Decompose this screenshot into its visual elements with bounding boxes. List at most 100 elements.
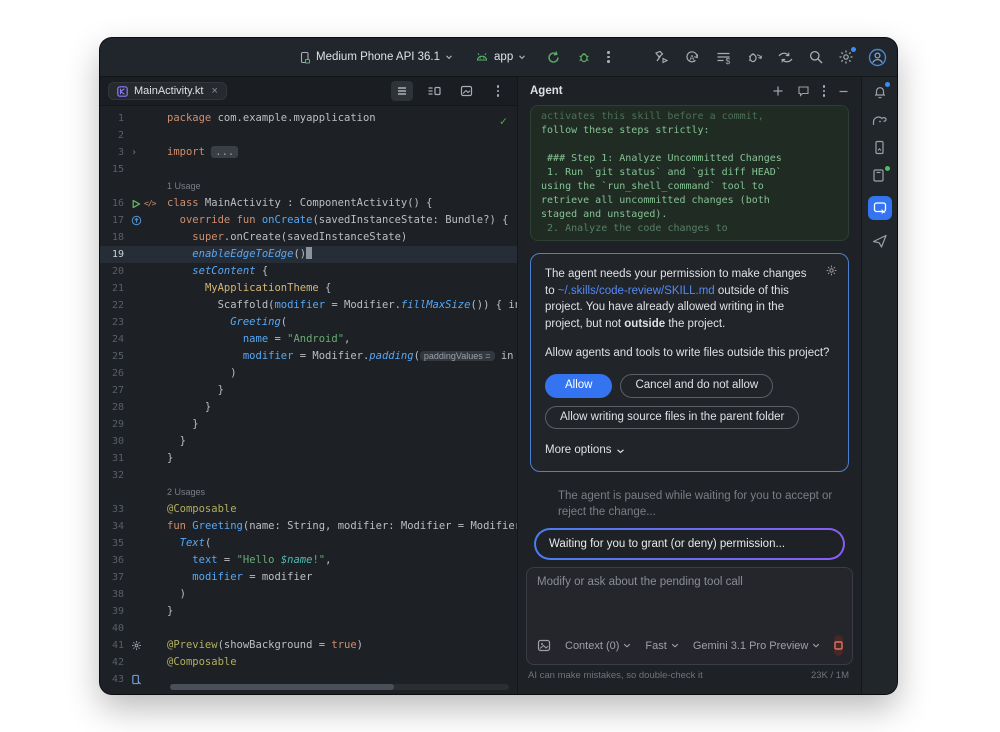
code-line[interactable]: 31} xyxy=(100,450,517,467)
stop-generation-button[interactable] xyxy=(834,635,843,656)
skill-instruction-line: follow these steps strictly: xyxy=(541,124,838,138)
settings-notification-dot xyxy=(851,47,856,52)
code-line[interactable]: 26 ) xyxy=(100,365,517,382)
code-line[interactable]: 19 enableEdgeToEdge() xyxy=(100,246,517,263)
code-line[interactable]: 33@Composable xyxy=(100,501,517,518)
code-line[interactable]: 29 } xyxy=(100,416,517,433)
prompt-composer[interactable]: Modify or ask about the pending tool cal… xyxy=(526,567,853,665)
prompt-input[interactable]: Modify or ask about the pending tool cal… xyxy=(537,576,842,588)
device-selector-label: Medium Phone API 36.1 xyxy=(316,51,440,63)
allow-button[interactable]: Allow xyxy=(545,374,612,398)
code-line[interactable]: 35 Text( xyxy=(100,535,517,552)
gemini-agent-button[interactable] xyxy=(868,196,892,220)
skill-file-link[interactable]: ~/.skills/code-review/SKILL.md xyxy=(558,285,715,297)
cancel-do-not-allow-button[interactable]: Cancel and do not allow xyxy=(620,374,773,398)
code-line[interactable]: 32 xyxy=(100,467,517,484)
running-devices-button[interactable] xyxy=(872,140,887,155)
horizontal-scrollbar[interactable] xyxy=(170,684,509,690)
ai-disclaimer: AI can make mistakes, so double-check it xyxy=(528,670,703,681)
debug-button[interactable] xyxy=(577,50,591,64)
ide-window: Medium Phone API 36.1 app xyxy=(100,38,897,694)
build-run-button[interactable] xyxy=(653,49,670,66)
code-line[interactable]: 36 text = "Hello $name!", xyxy=(100,552,517,569)
run-configuration-selector[interactable]: app xyxy=(475,51,526,63)
editor-pane: MainActivity.kt × xyxy=(100,77,518,694)
code-line[interactable]: 22 Scaffold(modifier = Modifier.fillMaxS… xyxy=(100,297,517,314)
permission-settings-icon[interactable] xyxy=(825,264,838,277)
code-line[interactable]: 41@Preview(showBackground = true) xyxy=(100,637,517,654)
chevron-down-icon xyxy=(445,53,453,61)
device-manager-button[interactable] xyxy=(872,168,888,183)
code-line[interactable]: 18 super.onCreate(savedInstanceState) xyxy=(100,229,517,246)
run-config-label: app xyxy=(494,51,513,63)
tab-close-icon[interactable]: × xyxy=(211,85,217,97)
kotlin-file-icon xyxy=(117,86,128,97)
new-chat-button[interactable] xyxy=(772,85,784,97)
code-view-toggle[interactable] xyxy=(391,81,413,101)
code-line[interactable]: 42@Composable xyxy=(100,654,517,671)
scrollbar-thumb[interactable] xyxy=(170,684,394,690)
gradle-button[interactable] xyxy=(871,113,888,127)
search-everywhere-button[interactable] xyxy=(808,49,824,65)
rerun-button[interactable] xyxy=(546,50,561,65)
settings-button[interactable] xyxy=(838,49,854,65)
chevron-down-icon xyxy=(518,53,526,61)
profile-avatar-button[interactable] xyxy=(868,48,887,67)
usage-hint-row[interactable]: 2 Usages xyxy=(100,484,517,501)
code-line[interactable]: 2 xyxy=(100,127,517,144)
code-line[interactable]: 20 setContent { xyxy=(100,263,517,280)
chevron-down-icon xyxy=(623,642,631,649)
code-line[interactable]: 30 } xyxy=(100,433,517,450)
send-to-device-button[interactable] xyxy=(872,233,888,249)
code-line[interactable]: 27 } xyxy=(100,382,517,399)
agent-paused-status: The agent is paused while waiting for yo… xyxy=(558,488,835,520)
main-toolbar: Medium Phone API 36.1 app xyxy=(100,38,897,77)
allow-parent-folder-button[interactable]: Allow writing source files in the parent… xyxy=(545,406,799,430)
context-dropdown[interactable]: Context (0) xyxy=(565,640,631,652)
agent-conversation[interactable]: activates this skill before a commit,fol… xyxy=(518,105,861,567)
hide-panel-button[interactable] xyxy=(838,86,849,97)
code-line[interactable]: 38 ) xyxy=(100,586,517,603)
agent-options-button[interactable] xyxy=(823,85,826,97)
apply-code-changes-button[interactable] xyxy=(746,49,763,66)
code-line[interactable]: 40 xyxy=(100,620,517,637)
editor-options-button[interactable] xyxy=(487,81,509,101)
chat-history-button[interactable] xyxy=(797,85,810,97)
code-line[interactable]: 37 modifier = modifier xyxy=(100,569,517,586)
permission-message: The agent needs your permission to make … xyxy=(545,266,834,333)
code-line[interactable]: 28 } xyxy=(100,399,517,416)
code-line[interactable]: 25 modifier = Modifier.padding(paddingVa… xyxy=(100,348,517,365)
device-selector[interactable]: Medium Phone API 36.1 xyxy=(298,51,453,64)
split-view-toggle[interactable] xyxy=(423,81,445,101)
code-editor[interactable]: 1package com.example.myapplication23›imp… xyxy=(100,106,517,694)
model-selector-dropdown[interactable]: Gemini 3.1 Pro Preview xyxy=(693,640,821,652)
stop-icon xyxy=(834,641,843,650)
code-line[interactable]: 1package com.example.myapplication xyxy=(100,110,517,127)
device-mirroring-button[interactable] xyxy=(777,49,794,66)
code-line[interactable]: 34fun Greeting(name: String, modifier: M… xyxy=(100,518,517,535)
code-line[interactable]: 23 Greeting( xyxy=(100,314,517,331)
speed-mode-dropdown[interactable]: Fast xyxy=(645,640,678,652)
code-line[interactable]: 17 override fun onCreate(savedInstanceSt… xyxy=(100,212,517,229)
code-line[interactable]: 24 name = "Android", xyxy=(100,331,517,348)
inspections-ok-icon[interactable]: ✓ xyxy=(500,114,507,128)
code-line[interactable]: 21 MyApplicationTheme { xyxy=(100,280,517,297)
tab-mainactivity[interactable]: MainActivity.kt × xyxy=(108,82,227,100)
permission-text: the project. xyxy=(665,318,725,330)
skill-instruction-line: 2. Analyze the code changes to xyxy=(541,222,838,236)
right-tool-stripe xyxy=(861,77,897,694)
design-view-toggle[interactable] xyxy=(455,81,477,101)
more-options-button[interactable]: More options xyxy=(545,442,834,459)
running-tasks-list-button[interactable]: $ xyxy=(715,49,732,66)
agent-footer: AI can make mistakes, so double-check it… xyxy=(518,665,861,685)
code-line[interactable]: 16</>class MainActivity : ComponentActiv… xyxy=(100,195,517,212)
code-line[interactable]: 3›import ... xyxy=(100,144,517,161)
apply-changes-restart-button[interactable]: A xyxy=(684,49,701,66)
context-label: Context (0) xyxy=(565,640,619,652)
code-line[interactable]: 39} xyxy=(100,603,517,620)
usage-hint-row[interactable]: 1 Usage xyxy=(100,178,517,195)
attach-image-button[interactable] xyxy=(537,639,551,652)
more-actions-button[interactable] xyxy=(607,51,610,63)
code-line[interactable]: 15 xyxy=(100,161,517,178)
notifications-button[interactable] xyxy=(872,84,888,100)
